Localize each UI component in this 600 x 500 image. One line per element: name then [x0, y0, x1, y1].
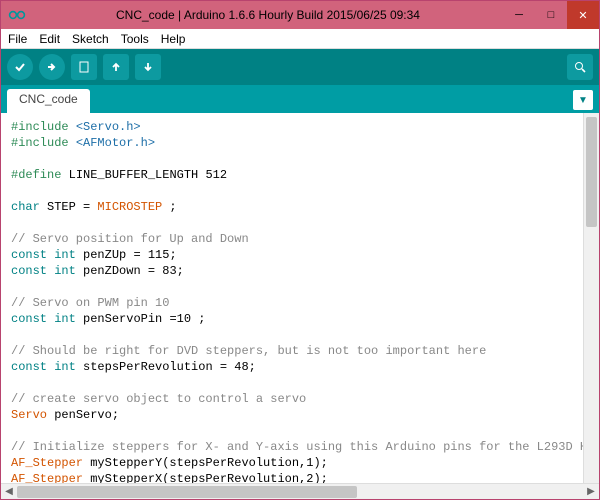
scroll-right-icon[interactable]: ▶ — [583, 484, 599, 500]
code-editor[interactable]: #include <Servo.h> #include <AFMotor.h> … — [1, 113, 599, 483]
open-button[interactable] — [103, 54, 129, 80]
serial-monitor-button[interactable] — [567, 54, 593, 80]
verify-button[interactable] — [7, 54, 33, 80]
tab-menu-button[interactable]: ▼ — [573, 90, 593, 110]
arduino-logo-icon — [7, 5, 27, 25]
vertical-scroll-thumb[interactable] — [586, 117, 597, 227]
menu-help[interactable]: Help — [158, 32, 189, 46]
window-title: CNC_code | Arduino 1.6.6 Hourly Build 20… — [33, 8, 503, 22]
upload-button[interactable] — [39, 54, 65, 80]
toolbar — [1, 49, 599, 85]
tab-bar: CNC_code ▼ — [1, 85, 599, 113]
new-button[interactable] — [71, 54, 97, 80]
scroll-left-icon[interactable]: ◀ — [1, 484, 17, 500]
horizontal-scrollbar[interactable]: ◀ ▶ — [1, 483, 599, 499]
vertical-scrollbar[interactable] — [583, 113, 599, 483]
save-button[interactable] — [135, 54, 161, 80]
maximize-button[interactable]: □ — [535, 1, 567, 29]
menu-tools[interactable]: Tools — [118, 32, 152, 46]
menu-edit[interactable]: Edit — [36, 32, 63, 46]
menu-sketch[interactable]: Sketch — [69, 32, 112, 46]
menu-file[interactable]: File — [5, 32, 30, 46]
editor-area: #include <Servo.h> #include <AFMotor.h> … — [1, 113, 599, 483]
horizontal-scroll-thumb[interactable] — [17, 486, 357, 498]
tab-cnc-code[interactable]: CNC_code — [7, 89, 90, 113]
menubar: File Edit Sketch Tools Help — [1, 29, 599, 49]
titlebar[interactable]: CNC_code | Arduino 1.6.6 Hourly Build 20… — [1, 1, 599, 29]
close-button[interactable]: ✕ — [567, 1, 599, 29]
minimize-button[interactable]: ─ — [503, 1, 535, 29]
